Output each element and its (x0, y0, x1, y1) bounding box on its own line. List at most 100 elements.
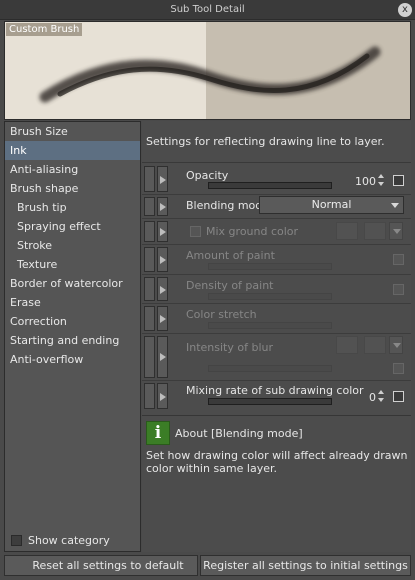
sidebar-item-anti-overflow[interactable]: Anti-overflow (5, 350, 140, 369)
sidebar-item-brush-size[interactable]: Brush Size (5, 122, 140, 141)
expand-icon (160, 228, 166, 236)
expand-icon (160, 256, 166, 264)
mixing-rate-value[interactable]: 0 (352, 391, 376, 404)
color-stretch-row: Color stretch (142, 304, 411, 333)
blending-mode-value: Normal (311, 198, 352, 211)
opacity-pin[interactable] (144, 166, 155, 192)
brush-stroke-sample (39, 46, 381, 103)
opacity-row: Opacity 100 (142, 164, 411, 194)
color-stretch-expand[interactable] (157, 306, 168, 331)
blending-mode-row: Blending mode Normal (142, 195, 411, 218)
opacity-expand[interactable] (157, 166, 168, 192)
mix-ground-mode-a-icon[interactable] (336, 222, 358, 240)
amount-of-paint-row: Amount of paint (142, 245, 411, 274)
show-category-toggle[interactable]: Show category (11, 534, 110, 547)
sidebar-item-ink[interactable]: Ink (5, 141, 140, 160)
sidebar-item-anti-aliasing[interactable]: Anti-aliasing (5, 160, 140, 179)
about-text: Set how drawing color will affect alread… (146, 449, 408, 475)
expand-icon (160, 176, 166, 184)
sidebar-item-border-of-watercolor[interactable]: Border of watercolor (5, 274, 140, 293)
panel-description: Settings for reflecting drawing line to … (142, 121, 411, 163)
register-initial-button[interactable]: Register all settings to initial setting… (200, 555, 411, 576)
reset-all-label: Reset all settings to default (32, 559, 184, 572)
density-of-paint-slider[interactable] (208, 293, 332, 300)
footer: Reset all settings to default Register a… (0, 552, 415, 580)
intensity-of-blur-row: Intensity of blur (142, 334, 411, 380)
sidebar-item-brush-shape[interactable]: Brush shape (5, 179, 140, 198)
blur-dropdown[interactable] (389, 336, 403, 354)
expand-icon (160, 353, 166, 361)
color-stretch-pin[interactable] (144, 306, 155, 331)
mix-ground-color-row: Mix ground color (142, 219, 411, 244)
blending-mode-expand[interactable] (157, 197, 168, 216)
title-bar: Sub Tool Detail x (0, 0, 415, 20)
sidebar-item-stroke[interactable]: Stroke (5, 236, 140, 255)
blur-mode-b-icon[interactable] (364, 336, 386, 354)
mixing-rate-pin[interactable] (144, 383, 155, 409)
mixing-rate-expand[interactable] (157, 383, 168, 409)
density-of-paint-pin[interactable] (144, 277, 155, 301)
show-category-label: Show category (28, 534, 110, 547)
blending-mode-select[interactable]: Normal (259, 196, 404, 214)
close-button[interactable]: x (398, 3, 412, 17)
reset-all-button[interactable]: Reset all settings to default (4, 555, 198, 576)
about-section: i About [Blending mode] Set how drawing … (142, 415, 411, 552)
intensity-of-blur-expand[interactable] (157, 336, 168, 378)
sidebar-item-spraying-effect[interactable]: Spraying effect (5, 217, 140, 236)
window-title: Sub Tool Detail (170, 4, 245, 15)
mix-ground-color-checkbox[interactable] (190, 226, 201, 237)
blur-mode-a-icon[interactable] (336, 336, 358, 354)
amount-of-paint-slider[interactable] (208, 263, 332, 270)
density-of-paint-label: Density of paint (186, 279, 274, 292)
sidebar-item-brush-tip[interactable]: Brush tip (5, 198, 140, 217)
intensity-of-blur-pressure-toggle[interactable] (393, 363, 404, 374)
about-title: About [Blending mode] (175, 427, 303, 440)
color-stretch-slider[interactable] (208, 322, 332, 329)
opacity-spinner[interactable] (378, 173, 384, 187)
mix-ground-dropdown[interactable] (389, 222, 403, 240)
sidebar-item-starting-and-ending[interactable]: Starting and ending (5, 331, 140, 350)
register-initial-label: Register all settings to initial setting… (203, 559, 408, 572)
intensity-of-blur-pin[interactable] (144, 336, 155, 378)
opacity-label: Opacity (186, 169, 229, 182)
amount-of-paint-pressure-toggle[interactable] (393, 254, 404, 265)
mixing-rate-pressure-toggle[interactable] (393, 391, 404, 402)
close-icon: x (402, 4, 408, 15)
sidebar-item-correction[interactable]: Correction (5, 312, 140, 331)
mixing-rate-row: Mixing rate of sub drawing color 0 (142, 381, 411, 411)
chevron-down-icon (393, 343, 401, 348)
mix-ground-color-pin[interactable] (144, 221, 155, 242)
brush-preview: Custom Brush (4, 21, 411, 120)
category-list: Brush Size Ink Anti-aliasing Brush shape Bru… (4, 121, 141, 552)
expand-icon (160, 203, 166, 211)
preview-label: Custom Brush (6, 23, 83, 36)
amount-of-paint-label: Amount of paint (186, 249, 275, 262)
intensity-of-blur-slider[interactable] (208, 365, 332, 372)
sidebar-item-erase[interactable]: Erase (5, 293, 140, 312)
expand-icon (160, 393, 166, 401)
blending-mode-pin[interactable] (144, 197, 155, 216)
density-of-paint-row: Density of paint (142, 275, 411, 303)
density-of-paint-pressure-toggle[interactable] (393, 284, 404, 295)
opacity-value[interactable]: 100 (352, 175, 376, 188)
show-category-checkbox[interactable] (11, 535, 22, 546)
mixing-rate-spinner[interactable] (378, 389, 384, 403)
mixing-rate-label: Mixing rate of sub drawing color (186, 384, 364, 397)
color-stretch-label: Color stretch (186, 308, 257, 321)
expand-icon (160, 286, 166, 294)
opacity-pressure-toggle[interactable] (393, 175, 404, 186)
settings-panel: Settings for reflecting drawing line to … (142, 121, 411, 552)
amount-of-paint-pin[interactable] (144, 247, 155, 272)
opacity-slider[interactable] (208, 182, 332, 189)
expand-icon (160, 315, 166, 323)
info-icon: i (146, 421, 170, 445)
amount-of-paint-expand[interactable] (157, 247, 168, 272)
intensity-of-blur-label: Intensity of blur (186, 341, 274, 354)
sidebar-item-texture[interactable]: Texture (5, 255, 140, 274)
mixing-rate-slider[interactable] (208, 398, 332, 405)
mix-ground-mode-b-icon[interactable] (364, 222, 386, 240)
chevron-down-icon (393, 229, 401, 234)
mix-ground-color-label: Mix ground color (206, 225, 299, 238)
density-of-paint-expand[interactable] (157, 277, 168, 301)
mix-ground-color-expand[interactable] (157, 221, 168, 242)
